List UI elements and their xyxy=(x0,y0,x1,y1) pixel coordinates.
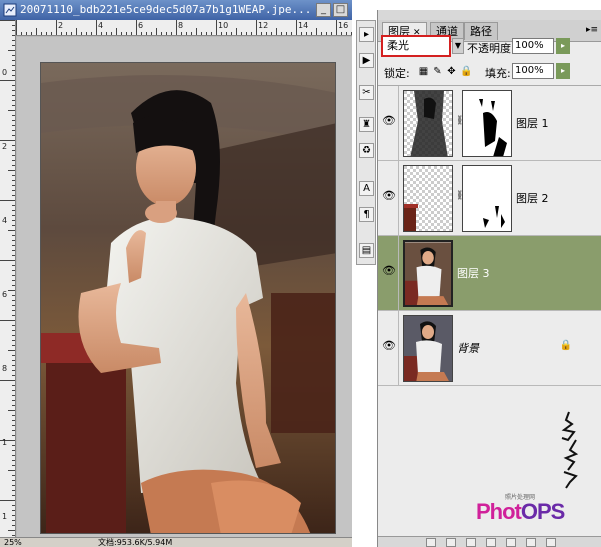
document-info: 文档:953.6K/5.94M xyxy=(98,538,173,547)
blend-mode-select[interactable]: 柔光 xyxy=(381,35,451,57)
layout-icon[interactable]: ▤ xyxy=(359,243,374,258)
layer-row[interactable]: 👁 背景 🔒 xyxy=(378,311,601,386)
stamp-icon[interactable]: ♜ xyxy=(359,117,374,132)
document-title-bar[interactable]: 20071110_bdb221e5ce9dec5d07a7b1g1WEAP.jp… xyxy=(0,0,352,20)
opacity-label: 不透明度: xyxy=(467,42,515,55)
canvas-area[interactable] xyxy=(17,37,352,537)
divider xyxy=(398,311,399,385)
ruler-left: 0 2 4 6 8 1 1 xyxy=(0,20,16,537)
opacity-slider-icon[interactable]: ▸ xyxy=(556,38,570,54)
eye-icon[interactable]: 👁 xyxy=(382,339,396,353)
ruler-number: 8 xyxy=(178,21,184,30)
layer-name[interactable]: 图层 2 xyxy=(516,190,549,206)
scissors-icon[interactable]: ✂ xyxy=(359,85,374,100)
layer-name[interactable]: 背景 xyxy=(457,340,479,356)
lock-transparency-icon[interactable]: ▦ xyxy=(418,66,429,77)
eye-icon[interactable]: 👁 xyxy=(382,264,396,278)
layer-row[interactable]: 👁 ⛓ 图层 2 xyxy=(378,161,601,236)
ruler-number: 4 xyxy=(98,21,104,30)
ruler-number: 6 xyxy=(2,290,8,299)
document-window: 20071110_bdb221e5ce9dec5d07a7b1g1WEAP.jp… xyxy=(0,0,352,547)
ruler-number: 14 xyxy=(298,21,309,30)
move-tool-icon[interactable]: ▸ xyxy=(359,27,374,42)
opacity-input[interactable]: 100% xyxy=(512,38,554,54)
minimize-button[interactable]: _ xyxy=(316,3,331,17)
type-tool-icon[interactable]: A xyxy=(359,181,374,196)
ruler-number: 8 xyxy=(2,364,8,373)
lock-move-icon[interactable]: ✥ xyxy=(446,66,457,77)
layer-thumbnail[interactable] xyxy=(403,315,453,382)
panel-bottom-bar xyxy=(378,536,601,547)
panel-header[interactable] xyxy=(378,10,601,20)
ruler-number: 0 xyxy=(2,68,8,77)
adjustment-layer-icon[interactable] xyxy=(486,538,496,547)
layer-name[interactable]: 图层 3 xyxy=(457,265,490,281)
layers-list: 👁 ⛓ 图层 1 👁 xyxy=(378,85,601,386)
chevron-down-icon[interactable]: ▼ xyxy=(452,38,464,54)
ruler-number: 10 xyxy=(218,21,229,30)
layer-mask-thumbnail[interactable] xyxy=(462,165,512,232)
calligraphy-signature xyxy=(561,411,579,489)
document-icon xyxy=(3,3,17,17)
divider xyxy=(398,161,399,235)
layer-thumbnail[interactable] xyxy=(403,240,453,307)
layer-thumbnail[interactable] xyxy=(403,165,453,232)
ruler-number: 1 xyxy=(2,512,8,521)
tab-paths[interactable]: 路径 xyxy=(464,22,498,40)
new-group-icon[interactable] xyxy=(506,538,516,547)
ruler-number: 6 xyxy=(138,21,144,30)
play-tool-icon[interactable]: ▶ xyxy=(359,53,374,68)
fill-label: 填充: xyxy=(485,67,511,80)
layer-row-selected[interactable]: 👁 图层 3 xyxy=(378,236,601,311)
lock-label: 锁定: xyxy=(384,67,410,80)
photo-canvas[interactable] xyxy=(40,62,336,534)
ruler-number: 1 xyxy=(2,438,8,447)
paragraph-icon[interactable]: ¶ xyxy=(359,207,374,222)
link-layers-icon[interactable] xyxy=(426,538,436,547)
layer-row[interactable]: 👁 ⛓ 图层 1 xyxy=(378,86,601,161)
ruler-left-ticks xyxy=(0,20,15,536)
status-bar: 25% 文档:953.6K/5.94M xyxy=(0,537,352,547)
divider xyxy=(398,86,399,160)
panel-menu-icon[interactable]: ▸≡ xyxy=(586,25,598,35)
logo-ps-part: OPS xyxy=(520,499,565,524)
layer-thumbnail[interactable] xyxy=(403,90,453,157)
ruler-number: 12 xyxy=(258,21,269,30)
logo-photo-part: Phot xyxy=(476,499,522,524)
ruler-number: 16 xyxy=(338,21,349,30)
ruler-number: 4 xyxy=(2,216,8,225)
watermark-logo: 照片处理网 PhotOPS xyxy=(476,410,586,530)
eye-icon[interactable]: 👁 xyxy=(382,189,396,203)
new-layer-icon[interactable] xyxy=(526,538,536,547)
add-mask-icon[interactable] xyxy=(466,538,476,547)
tool-strip: ▸ ▶ ✂ ♜ ♻ A ¶ ▤ xyxy=(356,20,376,265)
divider xyxy=(398,236,399,310)
layer-name[interactable]: 图层 1 xyxy=(516,115,549,131)
eye-icon[interactable]: 👁 xyxy=(382,114,396,128)
zoom-level[interactable]: 25% xyxy=(4,538,22,547)
lock-row: 锁定: ▦ ✎ ✥ 🔒 填充: 100% ▸ xyxy=(378,62,601,82)
layer-mask-thumbnail[interactable] xyxy=(462,90,512,157)
ruler-number: 2 xyxy=(58,21,64,30)
maximize-button[interactable]: □ xyxy=(333,3,348,17)
fill-slider-icon[interactable]: ▸ xyxy=(556,63,570,79)
ruler-top: 2 4 6 8 10 12 14 16 xyxy=(16,20,352,36)
ruler-number: 2 xyxy=(2,142,8,151)
photo-image xyxy=(41,63,335,533)
trash-icon[interactable] xyxy=(546,538,556,547)
logo-text: PhotOPS xyxy=(476,499,565,525)
history-brush-icon[interactable]: ♻ xyxy=(359,143,374,158)
fill-input[interactable]: 100% xyxy=(512,63,554,79)
document-title: 20071110_bdb221e5ce9dec5d07a7b1g1WEAP.jp… xyxy=(20,3,312,16)
fx-icon[interactable] xyxy=(446,538,456,547)
lock-paint-icon[interactable]: ✎ xyxy=(432,66,443,77)
lock-all-icon[interactable]: 🔒 xyxy=(460,66,472,77)
layers-panel: 图层 ✕ 通道 路径 ▸≡ 柔光 ▼ 不透明度: 100% ▸ 锁定: ▦ ✎ ✥… xyxy=(377,10,601,547)
lock-icon: 🔒 xyxy=(559,340,572,351)
